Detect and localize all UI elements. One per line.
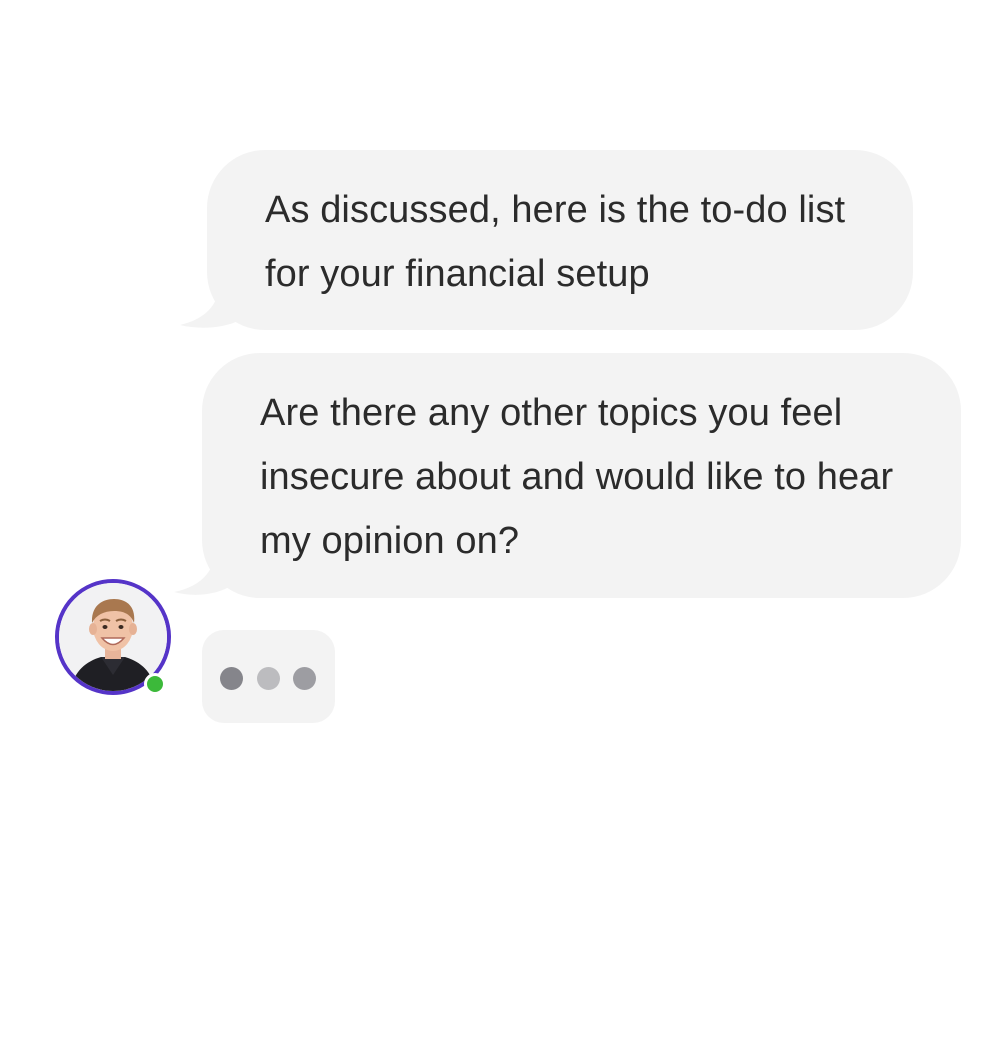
typing-dot xyxy=(257,667,280,690)
typing-indicator xyxy=(202,630,335,723)
typing-dot xyxy=(220,667,243,690)
message-text: As discussed, here is the to-do list for… xyxy=(265,189,846,295)
message-bubble: As discussed, here is the to-do list for… xyxy=(207,150,913,330)
online-status-indicator xyxy=(144,673,166,695)
message-bubble: Are there any other topics you feel inse… xyxy=(202,353,961,598)
typing-dot xyxy=(293,667,316,690)
advisor-avatar[interactable] xyxy=(55,579,177,701)
message-text: Are there any other topics you feel inse… xyxy=(260,392,894,562)
